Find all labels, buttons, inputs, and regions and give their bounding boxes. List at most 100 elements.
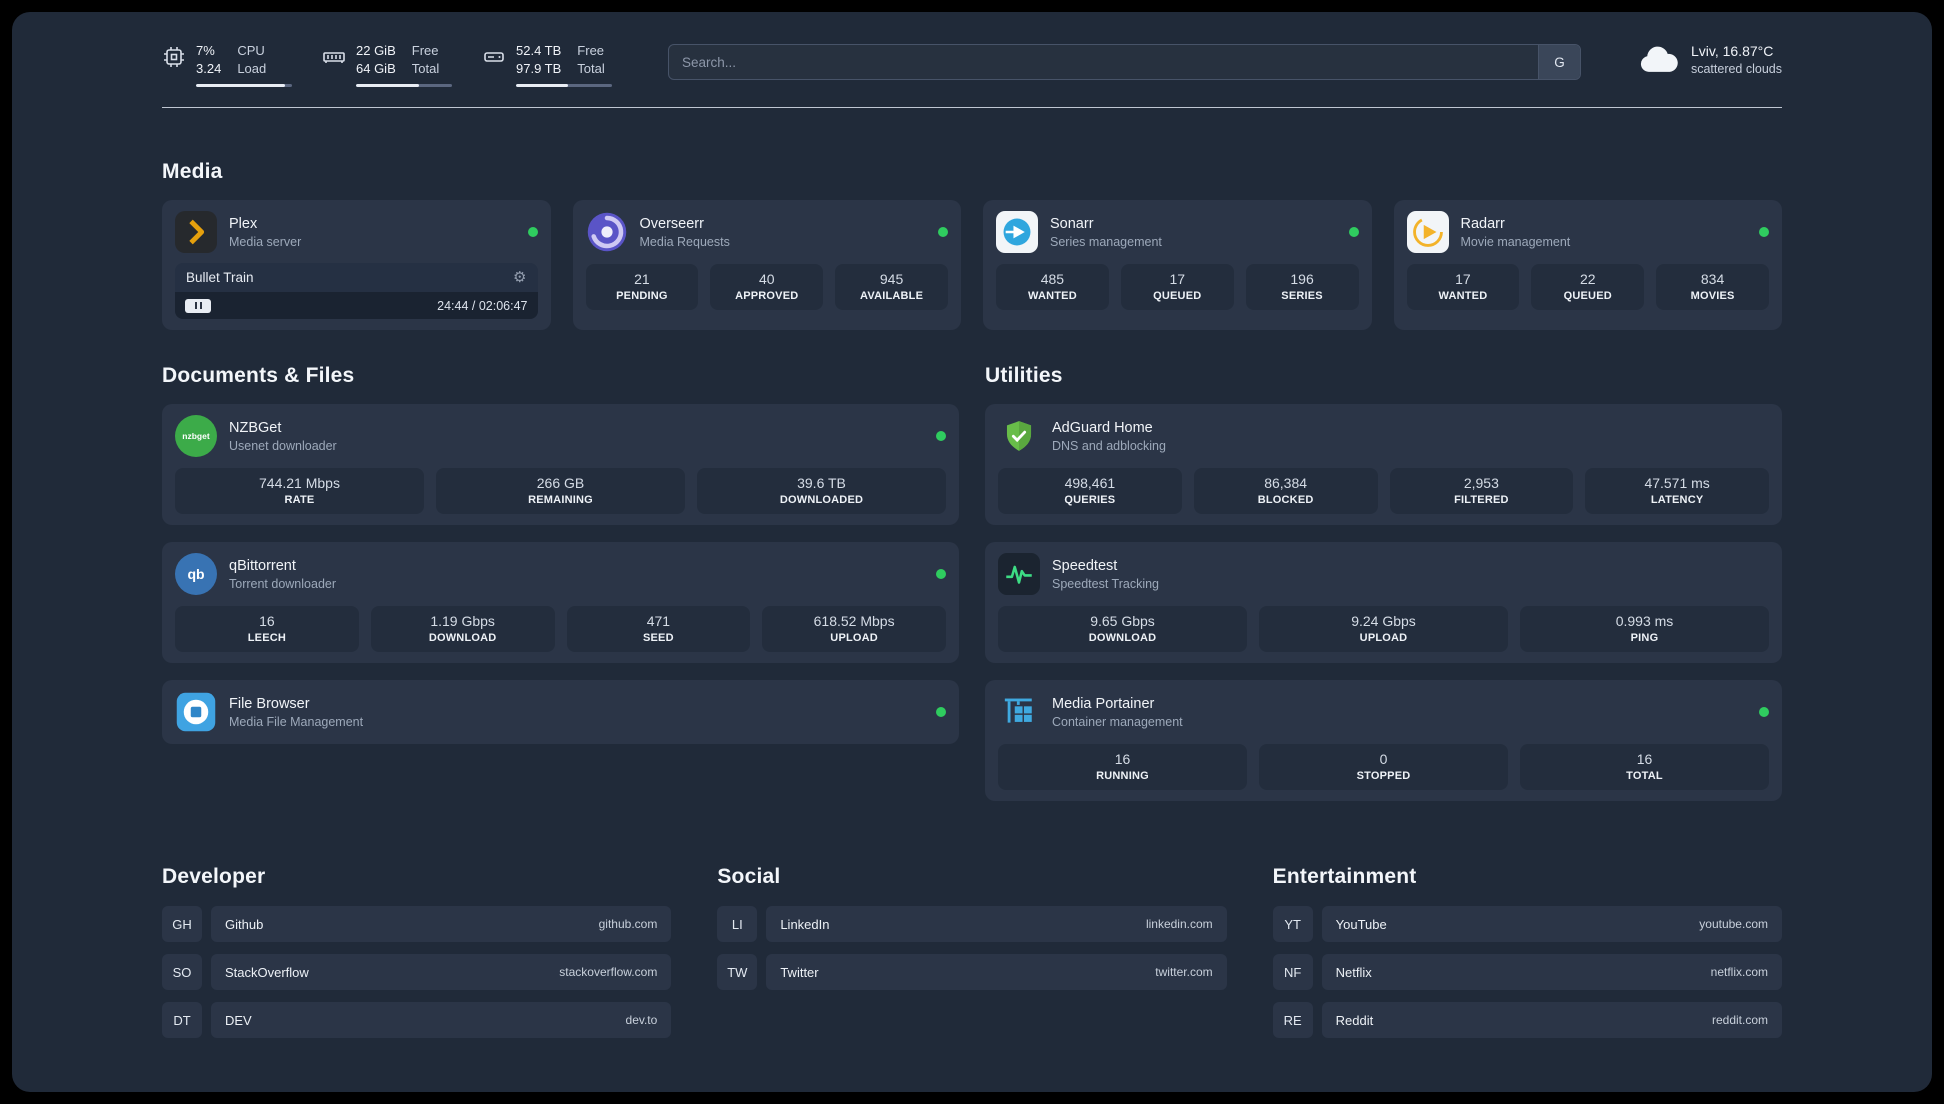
nzbget-card[interactable]: nzbget NZBGet Usenet downloader 744.21 M…: [162, 404, 959, 525]
ram-metric: 22 GiB 64 GiB Free Total: [322, 42, 452, 87]
status-dot: [938, 227, 948, 237]
bookmark-url: dev.to: [625, 1013, 658, 1027]
stat-label: MOVIES: [1690, 290, 1735, 302]
stat-value: 945: [879, 271, 904, 287]
ram-icon: [322, 45, 346, 87]
status-dot: [1348, 227, 1359, 237]
stat-label: TOTAL: [1626, 770, 1663, 782]
stat-value: 47.571 ms: [1644, 475, 1710, 491]
app-name: Media Portainer: [1052, 695, 1155, 712]
bookmark-abbr: SO: [162, 954, 202, 990]
bookmark-linkedin[interactable]: LinkedIn linkedin.com: [766, 906, 1227, 942]
stat-label: REMAINING: [528, 494, 593, 506]
bookmark-reddit[interactable]: Reddit reddit.com: [1321, 1002, 1782, 1038]
stat-tile: 196 SERIES: [1245, 264, 1359, 310]
stat-label: SEED: [642, 632, 674, 644]
plex-player: Bullet Train ⚙ 24:44 / 02:06:47: [175, 263, 538, 319]
app-name: Overseerr: [639, 215, 704, 232]
player-progress-bar[interactable]: 24:44 / 02:06:47: [175, 292, 538, 319]
stat-tile: 17 QUEUED: [1120, 264, 1234, 310]
stat-label: RUNNING: [1096, 770, 1149, 782]
sonarr-card[interactable]: Sonarr Series management 485 WANTED 17 Q…: [983, 200, 1372, 330]
stat-value: 22: [1579, 271, 1596, 287]
now-playing-title: Bullet Train: [186, 270, 254, 285]
overseerr-card[interactable]: Overseerr Media Requests 21 PENDING 40 A…: [572, 200, 961, 330]
stat-tile: 618.52 Mbps UPLOAD: [762, 606, 946, 652]
bookmark-netflix[interactable]: Netflix netflix.com: [1321, 954, 1782, 990]
stat-tile: 485 WANTED: [996, 264, 1109, 310]
bookmark-abbr: DT: [162, 1002, 202, 1038]
bookmark-url: stackoverflow.com: [559, 965, 658, 979]
stat-label: LATENCY: [1650, 494, 1704, 506]
stat-label: SERIES: [1281, 290, 1323, 302]
social-section: Social LI LinkedIn linkedin.com TW Twitt…: [717, 865, 1227, 1038]
plex-card[interactable]: Plex Media server Bullet Train ⚙ 24:44 /…: [162, 200, 551, 330]
player-settings-gear-icon[interactable]: ⚙: [513, 270, 526, 285]
disk-total-value: 97.9 TB: [516, 61, 562, 76]
disk-total-label: Total: [577, 61, 605, 76]
bookmark-row: SO StackOverflow stackoverflow.com: [162, 954, 672, 990]
pause-button[interactable]: [185, 298, 211, 313]
bookmark-name: Twitter: [780, 964, 819, 980]
bookmark-name: StackOverflow: [225, 964, 309, 980]
utilities-section: Utilities AdGuard Home DNS and adblockin…: [985, 364, 1782, 801]
app-name: qBittorrent: [229, 557, 296, 574]
search-engine-button[interactable]: G: [1537, 45, 1580, 79]
bookmark-row: TW Twitter twitter.com: [717, 954, 1227, 990]
ram-free-label: Free: [411, 43, 439, 58]
bookmark-name: Netflix: [1335, 964, 1372, 980]
section-title-documents: Documents & Files: [162, 364, 355, 387]
stat-tile: 22 QUEUED: [1531, 264, 1645, 310]
portainer-icon: [998, 691, 1040, 733]
radarr-card[interactable]: Radarr Movie management 17 WANTED 22 QUE…: [1393, 200, 1782, 330]
stat-label: QUERIES: [1064, 494, 1116, 506]
qbittorrent-card[interactable]: qb qBittorrent Torrent downloader 16 LEE…: [162, 542, 959, 663]
bookmark-twitter[interactable]: Twitter twitter.com: [766, 954, 1227, 990]
status-dot: [936, 431, 946, 441]
bookmark-abbr: NF: [1272, 954, 1313, 990]
adguard-card[interactable]: AdGuard Home DNS and adblocking 498,461 …: [985, 404, 1782, 525]
bookmark-row: RE Reddit reddit.com: [1272, 1002, 1782, 1038]
cpu-label: CPU: [237, 43, 265, 58]
weather-widget[interactable]: Lviv, 16.87°C scattered clouds: [1637, 42, 1782, 78]
bookmark-name: LinkedIn: [780, 916, 830, 932]
stat-tile: 945 AVAILABLE: [835, 264, 948, 310]
search-input[interactable]: [669, 45, 1538, 79]
stat-value: 16: [1636, 751, 1653, 767]
stat-tile: 39.6 TB DOWNLOADED: [697, 468, 946, 514]
stat-value: 834: [1700, 271, 1725, 287]
speedtest-icon: [998, 553, 1040, 595]
documents-section: Documents & Files nzbget NZBGet Usenet d…: [162, 364, 959, 801]
bookmark-url: reddit.com: [1711, 1013, 1768, 1027]
stat-tile: 266 GB REMAINING: [436, 468, 685, 514]
stat-tile: 9.65 Gbps DOWNLOAD: [998, 606, 1247, 652]
player-time: 24:44 / 02:06:47: [437, 298, 528, 313]
disk-free-value: 52.4 TB: [516, 43, 562, 58]
bookmark-youtube[interactable]: YouTube youtube.com: [1321, 906, 1782, 942]
section-title-social: Social: [717, 865, 781, 888]
stat-tile: 0.993 ms PING: [1520, 606, 1769, 652]
portainer-card[interactable]: Media Portainer Container management 16 …: [985, 680, 1782, 801]
app-desc: Media Requests: [639, 234, 730, 249]
stat-label: PING: [1630, 632, 1659, 644]
status-dot: [936, 707, 946, 717]
stat-value: 196: [1290, 271, 1314, 287]
stat-value: 744.21 Mbps: [259, 475, 340, 491]
bookmark-abbr: TW: [717, 954, 758, 990]
stat-tile: 16 LEECH: [175, 606, 359, 652]
bookmark-github[interactable]: Github github.com: [211, 906, 672, 942]
stat-tile: 16 TOTAL: [1520, 744, 1769, 790]
bookmark-stackoverflow[interactable]: StackOverflow stackoverflow.com: [211, 954, 672, 990]
stat-tile: 86,384 BLOCKED: [1193, 468, 1378, 514]
stat-label: WANTED: [1027, 290, 1077, 302]
speedtest-card[interactable]: Speedtest Speedtest Tracking 9.65 Gbps D…: [985, 542, 1782, 663]
filebrowser-card[interactable]: File Browser Media File Management: [162, 680, 959, 744]
bookmark-abbr: YT: [1272, 906, 1313, 942]
bookmark-name: Reddit: [1335, 1012, 1374, 1028]
stat-label: AVAILABLE: [860, 290, 924, 302]
bookmark-dev[interactable]: DEV dev.to: [211, 1002, 672, 1038]
cpu-meter: [196, 84, 292, 87]
section-title-developer: Developer: [162, 865, 266, 888]
sonarr-icon: [996, 211, 1038, 253]
disk-free-label: Free: [577, 43, 605, 58]
